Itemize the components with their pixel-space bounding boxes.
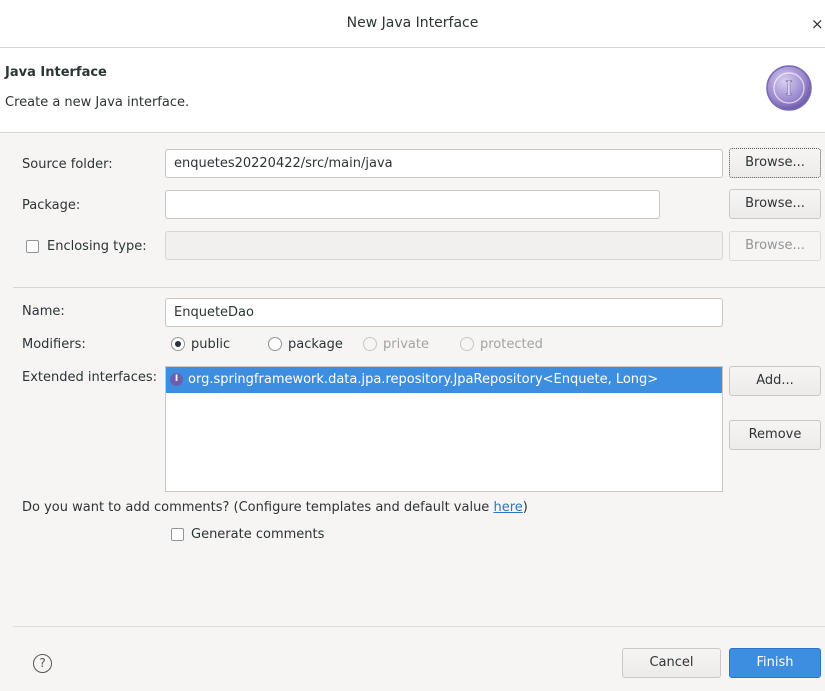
modifier-protected-label: protected — [480, 337, 543, 352]
extended-interfaces-label: Extended interfaces: — [22, 370, 158, 385]
enclosing-type-label: Enclosing type: — [47, 239, 147, 254]
source-folder-label: Source folder: — [22, 157, 113, 172]
cancel-button[interactable]: Cancel — [622, 648, 721, 678]
source-folder-input[interactable]: enquetes20220422/src/main/java — [165, 149, 723, 178]
modifier-protected-radio[interactable] — [460, 337, 474, 351]
package-browse-button[interactable]: Browse... — [729, 189, 821, 219]
finish-button[interactable]: Finish — [729, 648, 821, 678]
package-label: Package: — [22, 198, 81, 213]
modifier-package-label: package — [288, 337, 343, 352]
comments-question: Do you want to add comments? (Configure … — [22, 500, 528, 515]
modifiers-label: Modifiers: — [22, 337, 86, 352]
separator — [13, 287, 825, 288]
interface-wizard-banner-icon: I — [766, 65, 812, 111]
name-input[interactable]: EnqueteDao — [165, 298, 723, 327]
modifier-package-radio[interactable] — [268, 337, 282, 351]
modifier-public-label: public — [191, 337, 231, 352]
modifier-private-radio[interactable] — [363, 337, 377, 351]
modifier-private-label: private — [383, 337, 429, 352]
banner-letter: I — [785, 76, 793, 100]
footer-separator — [13, 626, 825, 627]
generate-comments-label: Generate comments — [191, 527, 325, 542]
comments-question-close: ) — [522, 500, 528, 515]
title-bar: New Java Interface × — [0, 0, 825, 48]
page-description: Create a new Java interface. — [5, 95, 190, 110]
help-icon[interactable]: ? — [33, 654, 52, 673]
window-title: New Java Interface — [346, 15, 479, 31]
modifier-public-radio[interactable] — [171, 337, 185, 351]
wizard-header: Java Interface Create a new Java interfa… — [0, 48, 825, 133]
comments-question-text: Do you want to add comments? (Configure … — [22, 500, 494, 515]
enclosing-type-checkbox[interactable] — [26, 240, 39, 253]
close-icon[interactable]: × — [811, 14, 825, 34]
interface-icon: I — [170, 373, 183, 386]
generate-comments-checkbox[interactable] — [171, 528, 184, 541]
enclosing-type-input[interactable] — [165, 231, 723, 260]
remove-interface-button[interactable]: Remove — [729, 420, 821, 450]
add-interface-button[interactable]: Add... — [729, 366, 821, 396]
page-title: Java Interface — [5, 65, 107, 80]
source-folder-browse-button[interactable]: Browse... — [729, 148, 821, 178]
package-input[interactable] — [165, 190, 660, 219]
extended-interfaces-list[interactable]: I org.springframework.data.jpa.repositor… — [165, 366, 723, 492]
list-item[interactable]: I org.springframework.data.jpa.repositor… — [166, 367, 722, 393]
list-item-label: org.springframework.data.jpa.repository.… — [188, 372, 659, 387]
configure-templates-link[interactable]: here — [493, 500, 522, 515]
name-label: Name: — [22, 304, 65, 319]
enclosing-type-browse-button[interactable]: Browse... — [729, 231, 821, 261]
